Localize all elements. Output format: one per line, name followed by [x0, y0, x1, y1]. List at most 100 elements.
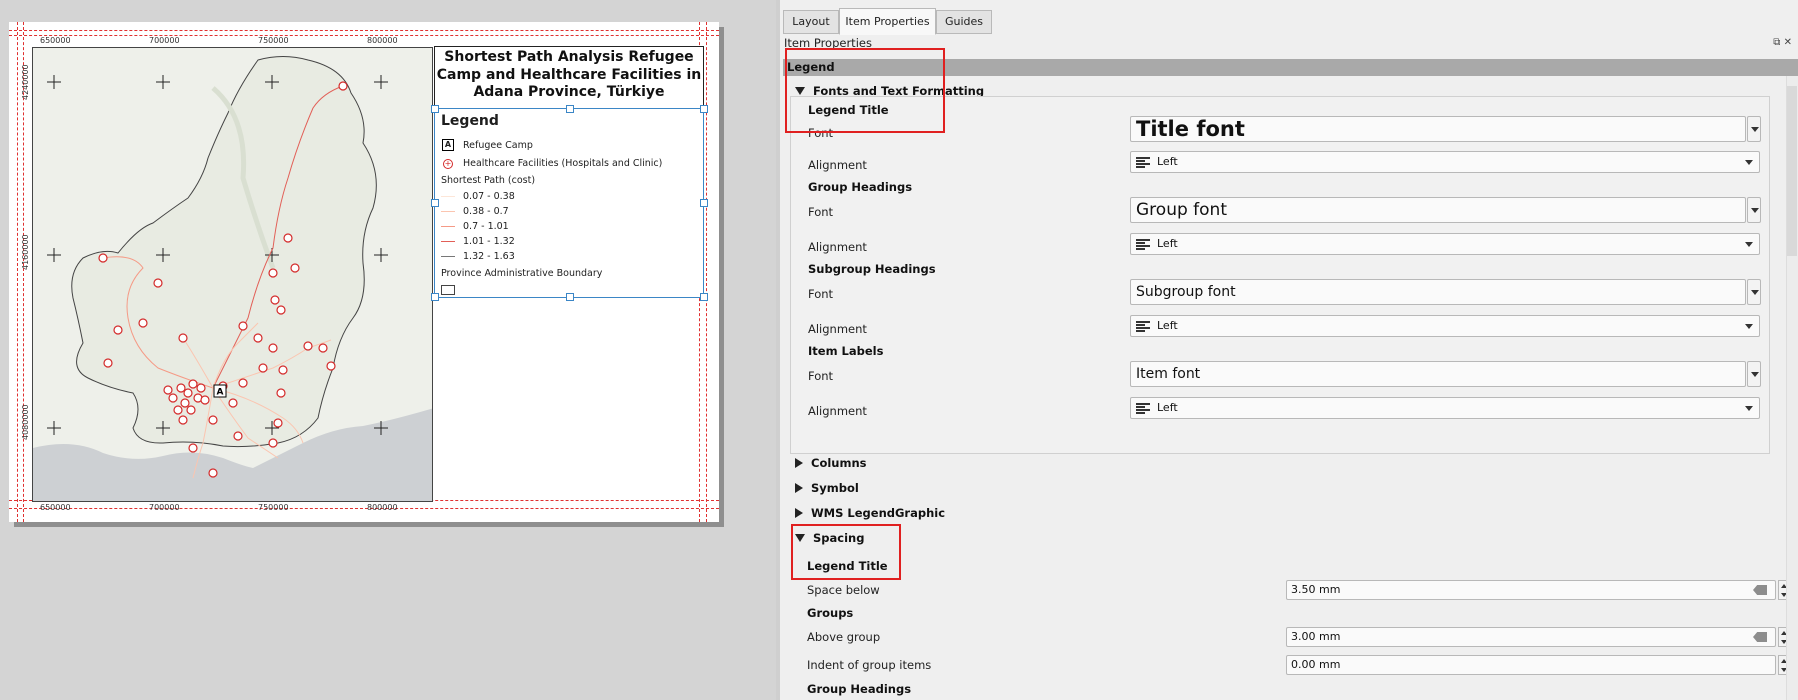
expand-arrow-icon	[795, 458, 803, 468]
camp-symbol-icon: A	[441, 139, 455, 151]
path-line-icon	[441, 196, 455, 197]
map-frame[interactable]: A	[32, 47, 433, 502]
highlight-box-fonts	[785, 48, 945, 133]
resize-handle[interactable]	[431, 105, 439, 113]
expand-arrow-icon	[795, 508, 803, 518]
align-left-icon	[1136, 239, 1150, 250]
map-title: Shortest Path Analysis Refugee Camp and …	[436, 49, 702, 100]
tab-item-properties[interactable]: Item Properties	[839, 8, 936, 35]
map-canvas: A	[33, 48, 432, 501]
legend-entry-path-class: 0.7 - 1.01	[441, 221, 509, 232]
scrollbar-thumb[interactable]	[1787, 86, 1797, 256]
resize-handle[interactable]	[566, 293, 574, 301]
font-label: Font	[808, 369, 834, 383]
x-coordinate-label: 650000	[40, 36, 71, 45]
resize-handle[interactable]	[431, 199, 439, 207]
refugee-camp-marker: A	[213, 384, 227, 398]
legend-item[interactable]: Legend A Refugee Camp + Healthcare Facil…	[431, 105, 708, 301]
subgroup-headings-heading: Subgroup Headings	[808, 262, 936, 276]
indent-input[interactable]: 0.00 mm	[1286, 655, 1776, 675]
resize-handle[interactable]	[566, 105, 574, 113]
x-coordinate-label: 700000	[149, 36, 180, 45]
x-coordinate-label: 700000	[149, 503, 180, 512]
item-alignment-combo[interactable]: Left	[1130, 397, 1760, 419]
align-left-icon	[1136, 321, 1150, 332]
guide-line[interactable]	[706, 22, 707, 522]
alignment-label: Alignment	[808, 158, 867, 172]
layout-page[interactable]: 650000 700000 750000 800000 650000 70000…	[9, 22, 719, 522]
guide-line[interactable]	[17, 22, 18, 522]
font-label: Font	[808, 205, 834, 219]
resize-handle[interactable]	[431, 293, 439, 301]
subgroup-font-button[interactable]: Subgroup font	[1130, 279, 1746, 305]
group-headings-heading: Group Headings	[808, 180, 913, 194]
dock-buttons-icon[interactable]: ⧉ ✕	[1773, 37, 1792, 48]
y-coordinate-label: 4160000	[21, 234, 30, 270]
legend-entry-path-class: 1.32 - 1.63	[441, 251, 515, 262]
alignment-label: Alignment	[808, 404, 867, 418]
guide-line[interactable]	[9, 508, 719, 509]
section-symbol[interactable]: Symbol	[795, 481, 859, 495]
panel-tabbar: Layout Item Properties Guides	[780, 8, 1798, 35]
svg-text:A: A	[217, 388, 224, 398]
guide-line[interactable]	[9, 35, 719, 36]
path-line-icon	[441, 256, 455, 257]
legend-entry-path-class: 0.07 - 0.38	[441, 191, 515, 202]
group-alignment-combo[interactable]: Left	[1130, 233, 1760, 255]
x-coordinate-label: 800000	[367, 503, 398, 512]
subgroup-font-dropdown[interactable]	[1747, 279, 1761, 305]
align-left-icon	[1136, 403, 1150, 414]
item-font-dropdown[interactable]	[1747, 361, 1761, 387]
properties-scroll-area[interactable]: Fonts and Text Formatting Legend Title F…	[780, 76, 1790, 700]
legend-entry-path-class: 0.38 - 0.7	[441, 206, 509, 217]
legend-entry-path-class: 1.01 - 1.32	[441, 236, 515, 247]
path-line-icon	[441, 241, 455, 242]
guide-line[interactable]	[9, 30, 719, 31]
groups-heading: Groups	[807, 606, 854, 620]
title-alignment-combo[interactable]: Left	[1130, 151, 1760, 173]
resize-handle[interactable]	[700, 293, 708, 301]
fonts-group-box: Legend Title Font Title font Alignment L…	[790, 96, 1770, 454]
chevron-down-icon	[1743, 152, 1755, 172]
y-coordinate-label: 4240000	[21, 64, 30, 100]
legend-entry-refugee-camp: A Refugee Camp	[441, 139, 533, 151]
chevron-down-icon	[1743, 398, 1755, 418]
legend-entry-healthcare: + Healthcare Facilities (Hospitals and C…	[441, 158, 662, 169]
path-line-icon	[441, 226, 455, 227]
item-font-button[interactable]: Item font	[1130, 361, 1746, 387]
font-label: Font	[808, 287, 834, 301]
x-coordinate-label: 750000	[258, 36, 289, 45]
tab-guides[interactable]: Guides	[936, 10, 992, 34]
above-group-input[interactable]: 3.00 mm	[1286, 627, 1776, 647]
clear-icon[interactable]	[1753, 585, 1767, 595]
y-coordinate-label: 4080000	[21, 404, 30, 440]
boundary-symbol-icon	[441, 285, 455, 295]
section-wms-legendgraphic[interactable]: WMS LegendGraphic	[795, 506, 945, 520]
clear-icon[interactable]	[1753, 632, 1767, 642]
expand-arrow-icon	[795, 483, 803, 493]
alignment-label: Alignment	[808, 240, 867, 254]
space-below-input[interactable]: 3.50 mm	[1286, 580, 1776, 600]
group-font-dropdown[interactable]	[1747, 197, 1761, 223]
group-font-button[interactable]: Group font	[1130, 197, 1746, 223]
section-columns[interactable]: Columns	[795, 456, 866, 470]
title-font-dropdown[interactable]	[1747, 116, 1761, 142]
hospital-symbol-icon: +	[443, 159, 453, 169]
resize-handle[interactable]	[700, 105, 708, 113]
subgroup-alignment-combo[interactable]: Left	[1130, 315, 1760, 337]
map-title-box[interactable]: Shortest Path Analysis Refugee Camp and …	[434, 46, 704, 109]
chevron-down-icon	[1743, 316, 1755, 336]
legend-entry-boundary: Province Administrative Boundary	[441, 268, 603, 279]
item-properties-panel: Layout Item Properties Guides Item Prope…	[780, 0, 1798, 700]
x-coordinate-label: 800000	[367, 36, 398, 45]
highlight-box-spacing	[791, 524, 901, 580]
title-font-button[interactable]: Title font	[1130, 116, 1746, 142]
layout-canvas[interactable]: 650000 700000 750000 800000 650000 70000…	[0, 0, 776, 700]
spacing-group-headings-heading: Group Headings	[807, 682, 912, 696]
tab-layout[interactable]: Layout	[783, 10, 839, 34]
align-left-icon	[1136, 157, 1150, 168]
x-coordinate-label: 650000	[40, 503, 71, 512]
legend-group-shortest-path: Shortest Path (cost)	[441, 175, 536, 186]
legend-title: Legend	[441, 113, 499, 129]
resize-handle[interactable]	[700, 199, 708, 207]
